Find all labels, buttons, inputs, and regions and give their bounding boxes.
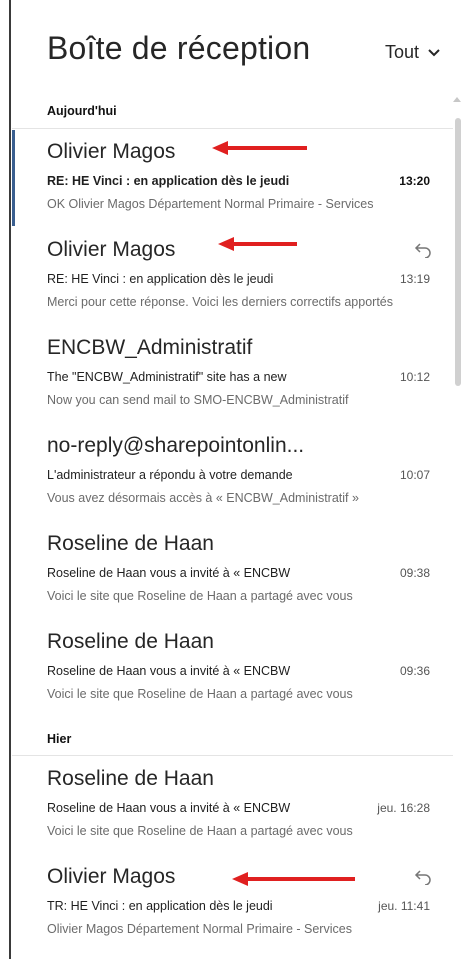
message-preview: Voici le site que Roseline de Haan a par… [47,824,353,838]
scroll-up-arrow-icon[interactable] [453,97,461,102]
group-label-today: Aujourd'hui [47,104,117,118]
message-time: 09:38 [399,566,430,580]
filter-label: Tout [384,42,419,62]
replied-icon [414,870,431,885]
message-time: 10:07 [399,468,430,482]
message-subject: The "ENCBW_Administratif" site has a new [47,370,287,384]
divider [12,128,453,129]
message-sender: Olivier Magos [47,238,176,261]
chevron-down-icon [428,48,440,56]
message-subject: Roseline de Haan vous a invité à « ENCBW [47,801,291,815]
message-item[interactable]: no-reply@sharepointonlin... L'administra… [12,424,442,520]
message-subject: Roseline de Haan vous a invité à « ENCBW [47,664,291,678]
message-sender: ENCBW_Administratif [47,336,253,359]
message-sender: Roseline de Haan [47,630,214,653]
message-time: 13:20 [399,174,430,188]
replied-icon [414,243,431,258]
message-subject: TR: HE Vinci : en application dès le jeu… [47,899,273,913]
message-time: jeu. 16:28 [377,801,430,815]
message-item[interactable]: Roseline de Haan Roseline de Haan vous a… [12,620,442,716]
message-sender: no-reply@sharepointonlin... [47,434,305,457]
message-time: jeu. 11:41 [378,899,430,913]
message-sender: Olivier Magos [47,140,176,163]
message-preview: OK Olivier Magos Département Normal Prim… [47,197,374,211]
message-item[interactable]: Roseline de Haan Roseline de Haan vous a… [12,757,442,853]
divider [12,755,453,756]
message-subject: Roseline de Haan vous a invité à « ENCBW [47,566,291,580]
group-label-yesterday: Hier [47,732,72,746]
message-item[interactable]: Olivier Magos TR: HE Vinci : en applicat… [12,855,442,951]
annotation-arrow-icon [212,141,307,155]
inbox-header: Boîte de réception Tout [47,30,445,82]
message-subject: RE: HE Vinci : en application dès le jeu… [47,272,274,286]
annotation-arrow-icon [232,872,355,886]
message-time: 09:36 [399,664,430,678]
message-item[interactable]: ENCBW_Administratif The "ENCBW_Administr… [12,326,442,422]
scrollbar-thumb[interactable] [455,118,461,386]
message-sender: Roseline de Haan [47,532,214,555]
message-preview: Now you can send mail to SMO-ENCBW_Admin… [47,393,349,407]
folder-title: Boîte de réception [47,30,311,66]
annotation-arrow-icon [218,237,297,251]
pane-left-border [9,0,11,959]
message-subject: RE: HE Vinci : en application dès le jeu… [47,174,290,188]
message-time: 13:19 [399,272,430,286]
message-preview: Voici le site que Roseline de Haan a par… [47,687,353,701]
message-sender: Olivier Magos [47,865,176,888]
message-preview: Vous avez désormais accès à « ENCBW_Admi… [47,491,359,505]
message-sender: Roseline de Haan [47,767,214,790]
message-preview: Olivier Magos Département Normal Primair… [47,922,352,936]
message-time: 10:12 [399,370,430,384]
filter-dropdown[interactable]: Tout [385,42,441,63]
message-subject: L'administrateur a répondu à votre deman… [47,468,293,482]
message-preview: Merci pour cette réponse. Voici les dern… [47,295,393,309]
message-preview: Voici le site que Roseline de Haan a par… [47,589,353,603]
message-item[interactable]: Roseline de Haan Roseline de Haan vous a… [12,522,442,618]
